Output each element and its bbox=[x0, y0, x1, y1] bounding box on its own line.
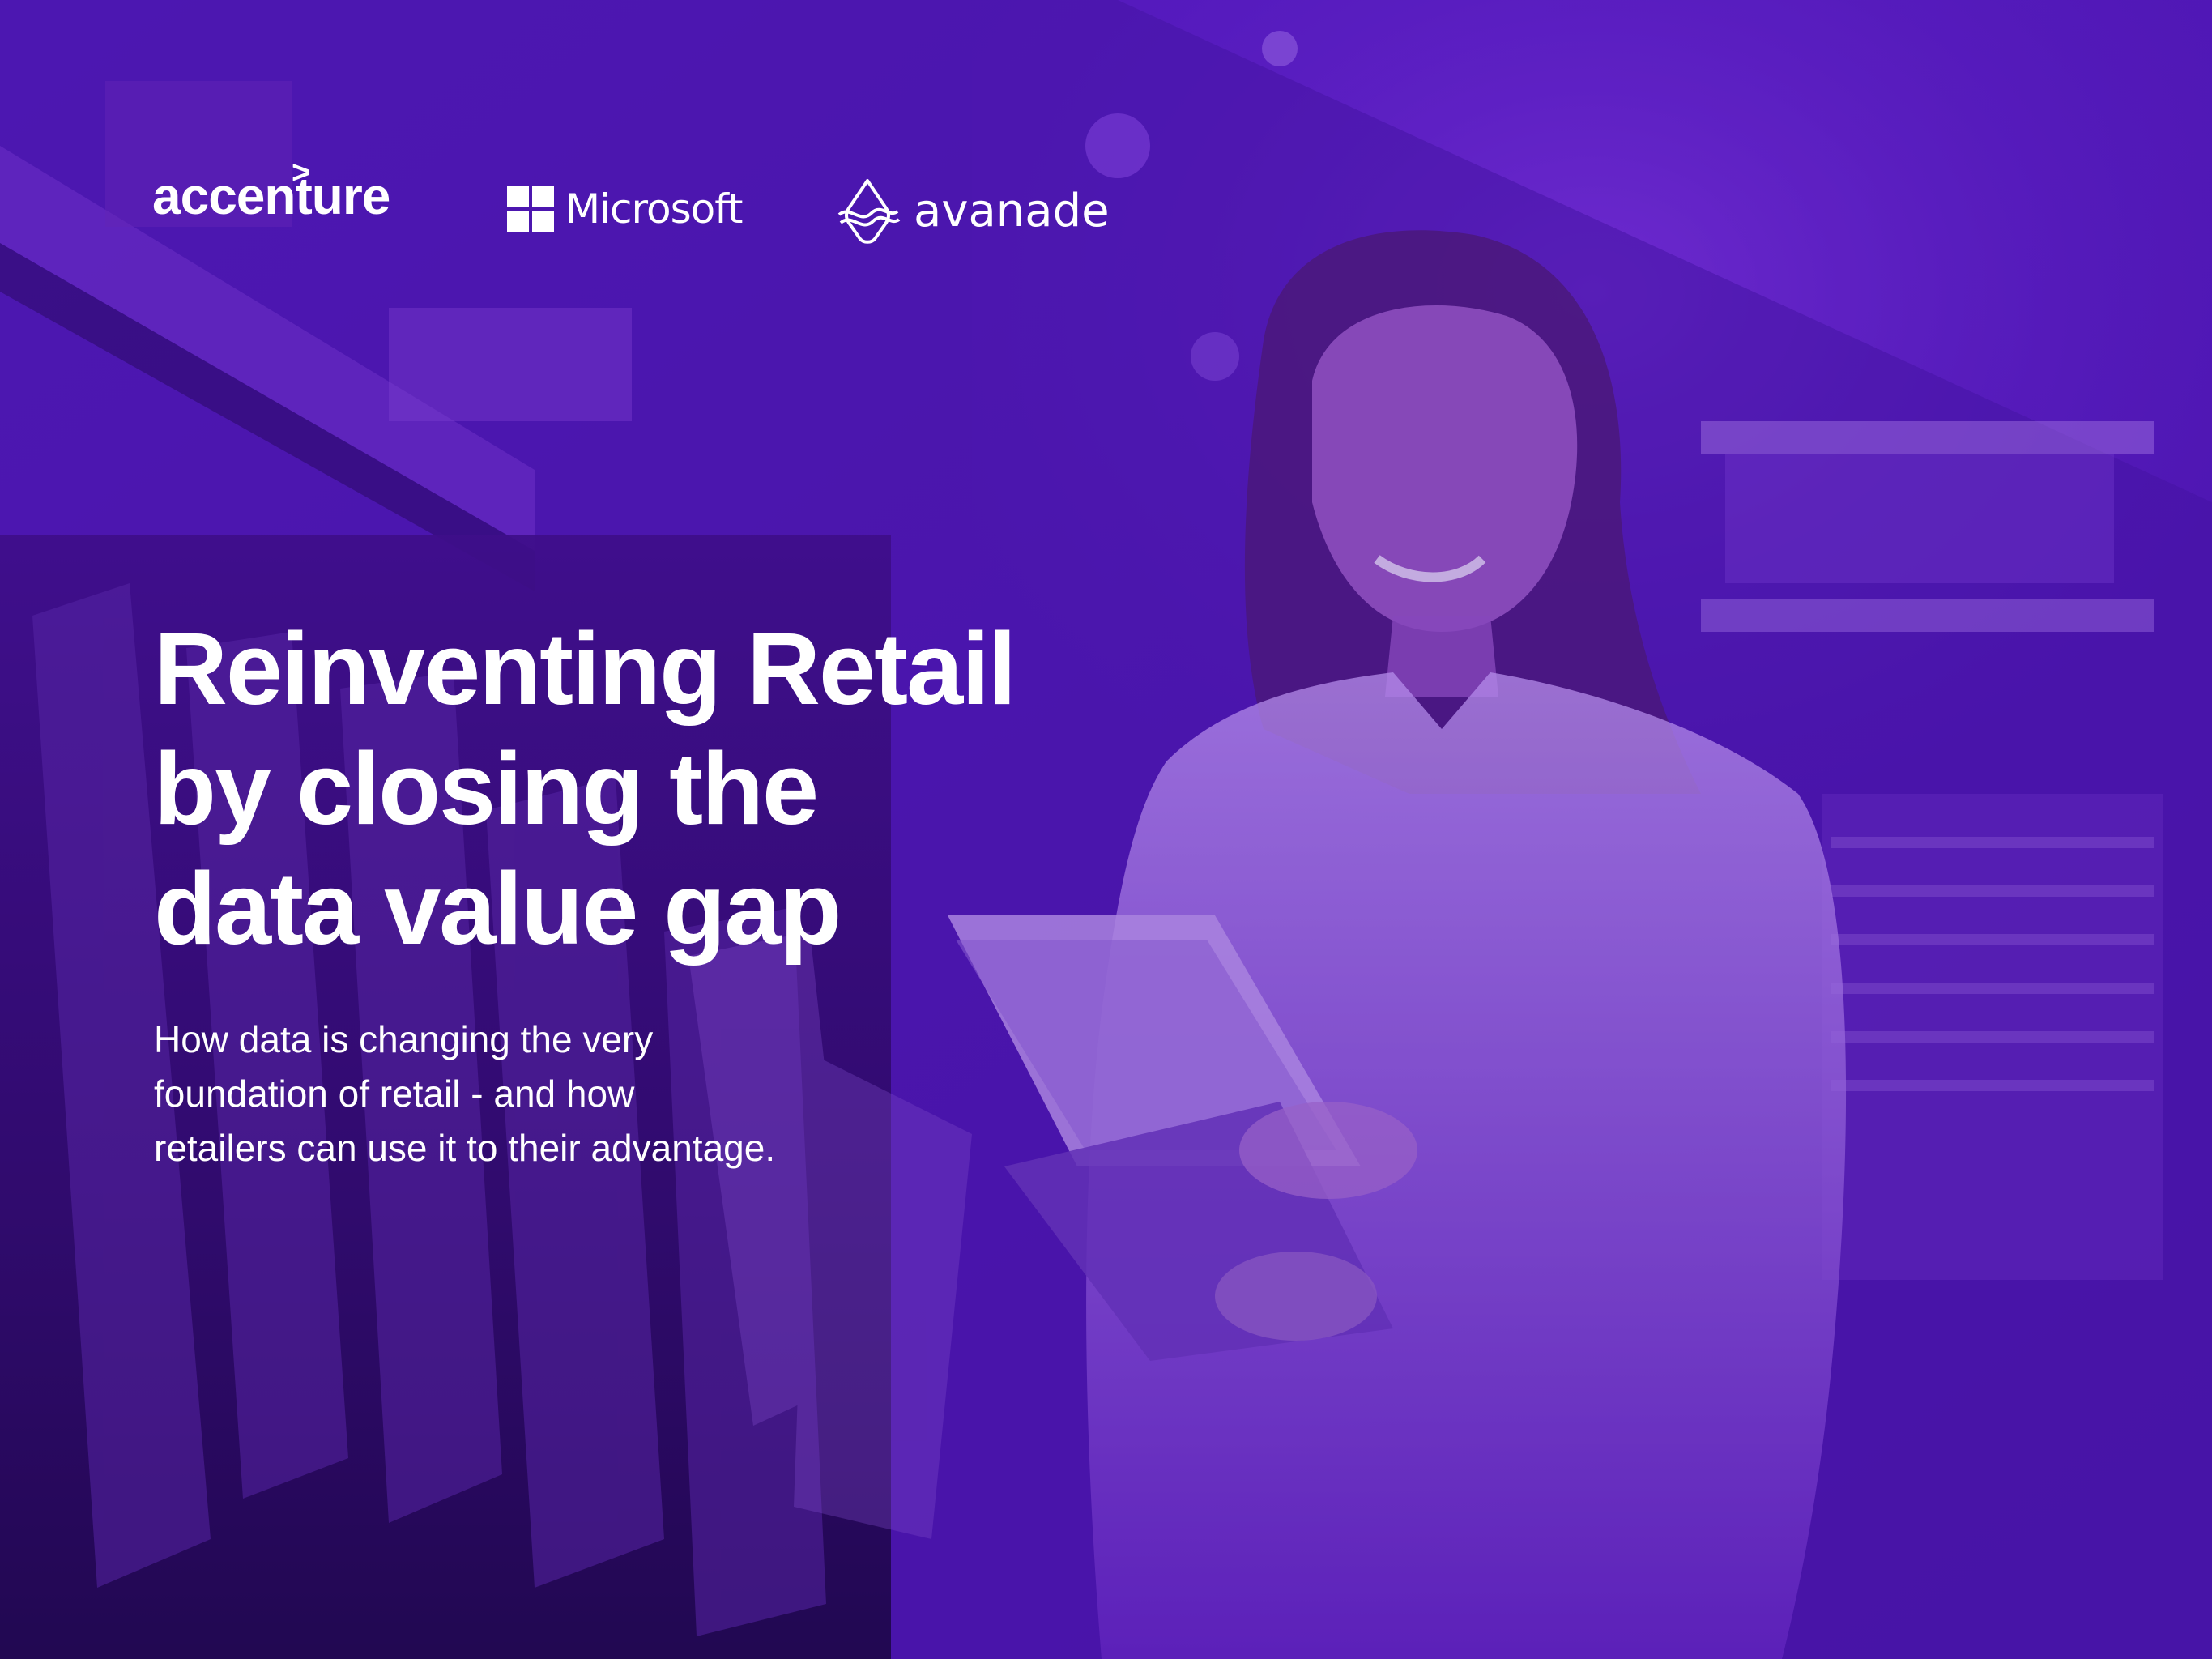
report-title: Reinventing Retail by closing the data v… bbox=[154, 609, 1126, 969]
avanade-wordmark: avanade bbox=[914, 184, 1110, 237]
subtitle-line: retailers can use it to their advantage. bbox=[154, 1127, 776, 1169]
microsoft-logo: Microsoft bbox=[507, 186, 744, 232]
accenture-caret-icon: > bbox=[292, 155, 310, 190]
subtitle-line: foundation of retail - and how bbox=[154, 1073, 635, 1115]
avanade-logo: avanade bbox=[833, 176, 1110, 245]
title-line: by closing the bbox=[154, 731, 819, 846]
accenture-logo: > accenture bbox=[152, 155, 390, 226]
subtitle-line: How data is changing the very bbox=[154, 1018, 654, 1060]
avanade-logo-icon bbox=[837, 179, 901, 244]
microsoft-logo-icon bbox=[507, 186, 554, 232]
microsoft-wordmark: Microsoft bbox=[565, 186, 744, 232]
report-subtitle: How data is changing the very foundation… bbox=[154, 1013, 964, 1175]
title-line: Reinventing Retail bbox=[154, 612, 1016, 726]
accenture-wordmark: accenture bbox=[152, 167, 390, 225]
report-cover: > accenture Microsoft avanade Reinventin… bbox=[0, 0, 2212, 1659]
title-line: data value gap bbox=[154, 851, 842, 966]
